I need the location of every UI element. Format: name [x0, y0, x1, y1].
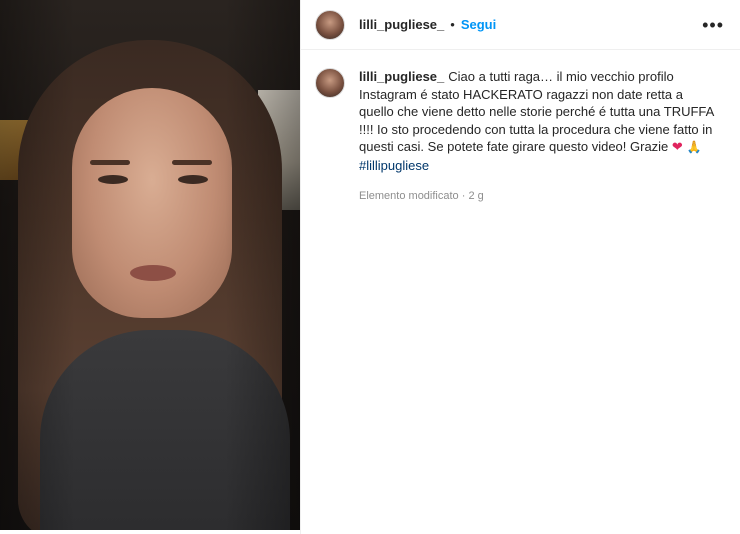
caption-avatar[interactable]	[315, 68, 345, 98]
meta-separator: ·	[461, 190, 466, 202]
post-meta: Elemento modificato · 2 g	[359, 188, 719, 206]
post-side-panel: lilli_pugliese_ • Segui ••• lilli_puglie…	[300, 0, 740, 534]
follow-button[interactable]: Segui	[461, 17, 496, 32]
avatar[interactable]	[315, 9, 345, 40]
post-header: lilli_pugliese_ • Segui •••	[301, 0, 740, 50]
hashtag-link[interactable]: #lillipugliese	[359, 157, 429, 175]
header-separator: •	[450, 17, 455, 32]
caption-username[interactable]: lilli_pugliese_	[359, 69, 444, 84]
video-vignette	[0, 0, 300, 530]
header-username[interactable]: lilli_pugliese_	[359, 17, 444, 32]
post-time[interactable]: 2 g	[468, 190, 483, 202]
post-video[interactable]	[0, 0, 300, 530]
instagram-post: lilli_pugliese_ • Segui ••• lilli_puglie…	[0, 0, 740, 534]
caption-body: lilli_pugliese_ Ciao a tutti raga… il mio…	[359, 68, 719, 206]
post-caption: lilli_pugliese_ Ciao a tutti raga… il mio…	[301, 50, 740, 206]
edited-label: Elemento modificato	[359, 190, 459, 202]
more-options-icon[interactable]: •••	[702, 16, 726, 34]
person-emoji-icon: 🙏	[686, 140, 702, 154]
heart-emoji-icon: ❤	[671, 139, 683, 154]
